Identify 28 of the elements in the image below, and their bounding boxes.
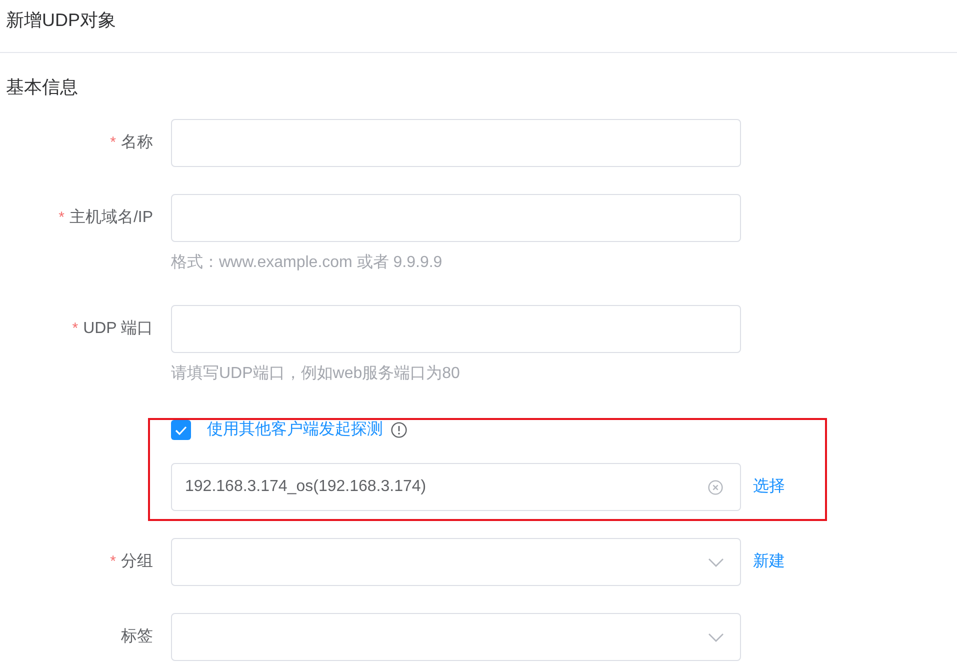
select-field[interactable] (171, 538, 741, 586)
select-field[interactable] (171, 613, 741, 661)
field-label: 标签 (121, 627, 153, 647)
text-input-field[interactable] (171, 119, 741, 167)
checkbox[interactable] (171, 420, 191, 440)
field-hint: 请填写UDP端口，例如web服务端口为80 (171, 364, 461, 384)
select-link[interactable]: 选择 (753, 476, 785, 498)
chevron-down-icon (708, 558, 724, 566)
check-icon (175, 426, 187, 434)
field-label: 分组 (121, 552, 153, 572)
text-input-field[interactable] (171, 194, 741, 242)
required-mark: * (72, 319, 78, 339)
chevron-down-icon (708, 632, 724, 642)
clear-icon[interactable] (708, 480, 723, 494)
field-label: UDP 端口 (83, 318, 153, 339)
info-icon[interactable] (391, 422, 407, 438)
required-mark: * (58, 208, 64, 228)
text-input-field[interactable] (171, 305, 741, 353)
field-hint: 格式：www.example.com 或者 9.9.9.9 (171, 252, 444, 273)
section-title: 基本信息 (6, 77, 78, 97)
client-input-field[interactable]: 192.168.3.174_os(192.168.3.174) (171, 463, 741, 511)
field-label: 名称 (121, 133, 153, 153)
page-title: 新增UDP对象 (6, 10, 116, 30)
required-mark: * (110, 552, 116, 572)
checkbox-label[interactable]: 使用其他客户端发起探测 (207, 419, 383, 441)
field-label: 主机域名/IP (69, 208, 153, 228)
required-mark: * (110, 133, 116, 153)
create-link[interactable]: 新建 (753, 551, 785, 573)
